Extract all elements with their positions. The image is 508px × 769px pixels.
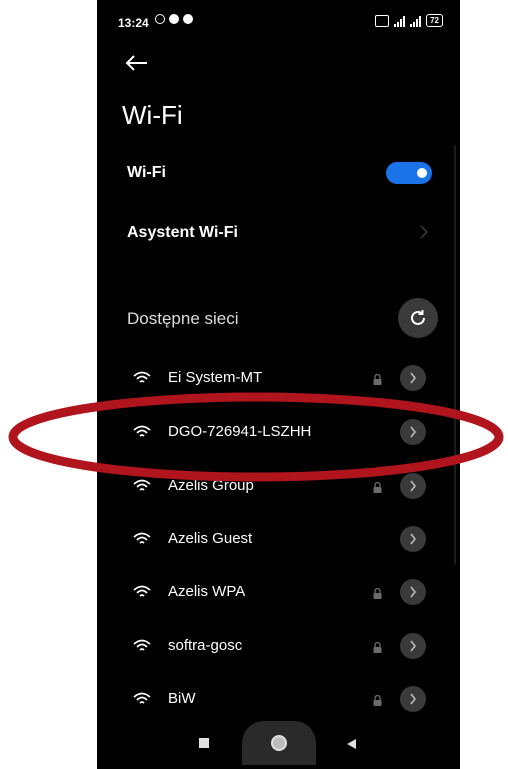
lock-icon [373,640,382,653]
lock-icon [373,693,382,706]
status-time: 13:24 [118,16,149,30]
signal-lte-icon [410,16,422,27]
signal-icon [394,16,406,27]
scroll-indicator[interactable] [454,145,456,565]
lock-icon [373,480,382,493]
wifi-signal-icon [133,532,151,546]
network-name: Azelis Group [168,477,254,494]
alarm-icon [155,14,165,24]
messenger-icon [169,14,179,24]
network-details-button[interactable] [400,526,426,552]
lock-icon [373,586,382,599]
wifi-signal-icon [133,639,151,653]
available-networks-label: Dostępne sieci [127,309,239,328]
chevron-right-icon [410,372,417,384]
chevron-right-icon [410,480,417,492]
wifi-signal-icon [133,425,151,439]
recent-apps-button[interactable] [199,738,209,748]
network-row[interactable]: BiW [97,679,460,719]
navigation-bar [97,721,460,769]
network-row[interactable]: softra-gosc [97,626,460,666]
nav-back-button[interactable] [345,737,357,749]
network-name: BiW [168,690,196,707]
network-row[interactable]: Ei System-MT [97,358,460,398]
refresh-icon [411,310,425,325]
status-notification-icons [155,14,193,24]
network-details-button[interactable] [400,473,426,499]
messenger-icon [183,14,193,24]
network-row[interactable]: Azelis WPA [97,572,460,612]
network-row[interactable]: Azelis Group [97,466,460,506]
wifi-assistant-label: Asystent Wi-Fi [127,224,238,241]
network-name: softra-gosc [168,637,243,654]
network-details-button[interactable] [400,579,426,605]
lock-icon [373,372,382,385]
home-button[interactable] [242,721,316,765]
chevron-right-icon [418,224,430,240]
network-row[interactable]: Azelis Guest [97,519,460,559]
home-circle-icon [271,735,287,751]
phone-screen: 13:24 72 Wi-Fi Wi-Fi Asystent Wi-Fi Dost… [97,0,460,769]
network-details-button[interactable] [400,365,426,391]
network-name: Azelis WPA [168,583,246,600]
status-system-icons: 72 [375,14,443,27]
wifi-toggle-switch[interactable] [386,162,432,184]
network-row[interactable]: DGO-726941-LSZHH [97,412,460,452]
network-details-button[interactable] [400,686,426,712]
network-name: Ei System-MT [168,369,263,386]
chevron-right-icon [410,426,417,438]
network-name: Azelis Guest [168,530,253,547]
toggle-knob [417,168,427,178]
wifi-signal-icon [133,479,151,493]
wifi-toggle-label: Wi-Fi [127,164,166,181]
status-bar: 13:24 72 [97,0,460,44]
network-details-button[interactable] [400,419,426,445]
chevron-right-icon [410,640,417,652]
wifi-signal-icon [133,585,151,599]
battery-icon: 72 [426,14,443,27]
chevron-right-icon [410,533,417,545]
wifi-signal-icon [133,371,151,385]
network-name: DGO-726941-LSZHH [168,423,312,440]
chevron-right-icon [410,586,417,598]
network-details-button[interactable] [400,633,426,659]
volte-icon [375,15,390,27]
wifi-assistant-row[interactable]: Asystent Wi-Fi [97,212,460,256]
wifi-signal-icon [133,692,151,706]
arrow-left-icon[interactable] [124,50,150,76]
chevron-right-icon [410,693,417,705]
page-title: Wi-Fi [122,100,183,130]
refresh-button[interactable] [398,298,438,338]
